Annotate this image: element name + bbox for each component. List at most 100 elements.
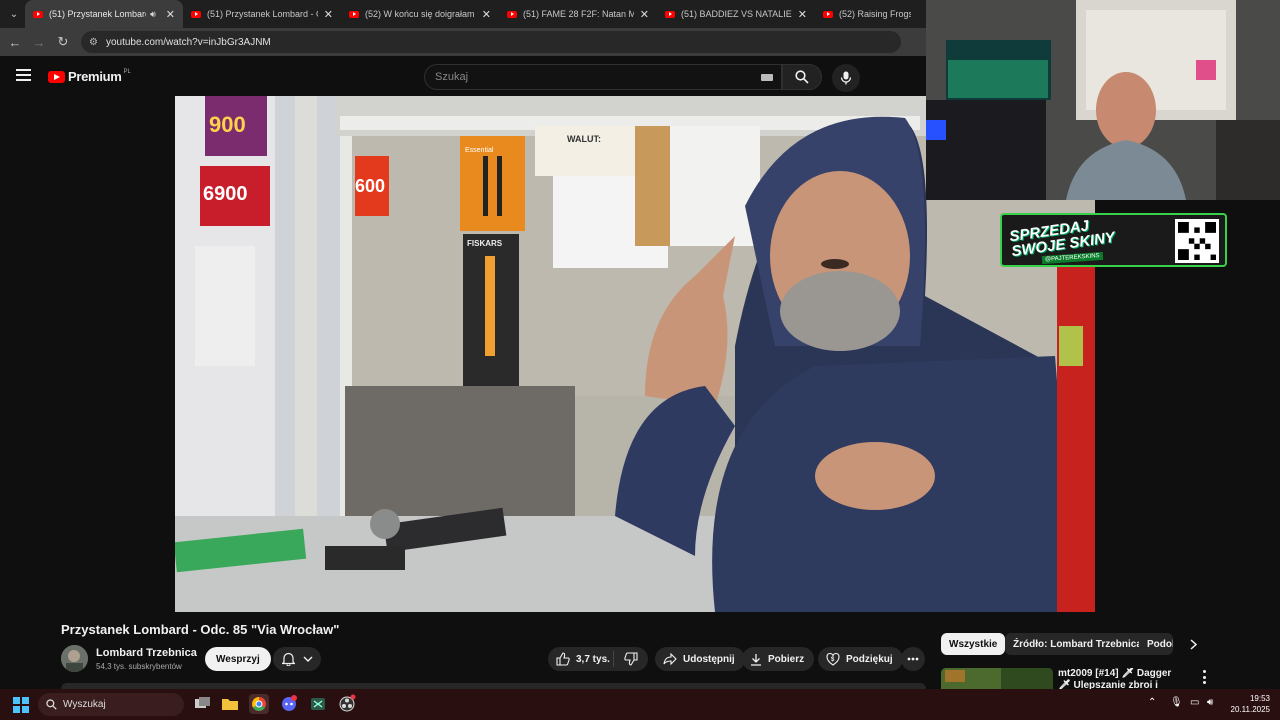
microphone-icon[interactable]: 🎙︎ bbox=[1170, 697, 1183, 708]
chip-similar[interactable]: Podobne bbox=[1139, 633, 1173, 655]
package-text: Essential bbox=[465, 147, 494, 154]
forward-arrow-icon[interactable]: → bbox=[27, 30, 51, 54]
sign-text: WALUT: bbox=[567, 134, 601, 144]
site-info-icon[interactable]: ⚙ bbox=[89, 37, 98, 48]
close-tab-icon[interactable]: ✕ bbox=[640, 8, 649, 21]
search-button[interactable] bbox=[782, 64, 822, 90]
support-button[interactable]: Wesprzyj bbox=[205, 647, 271, 671]
chip-source[interactable]: Źródło: Lombard Trzebnica bbox=[1005, 633, 1150, 655]
voice-search-button[interactable] bbox=[832, 64, 860, 92]
download-label: Pobierz bbox=[768, 653, 805, 665]
download-icon bbox=[751, 653, 761, 666]
back-arrow-icon[interactable]: ← bbox=[3, 30, 27, 54]
share-button[interactable]: Udostępnij bbox=[655, 647, 745, 671]
chip-all[interactable]: Wszystkie bbox=[941, 633, 1006, 655]
volume-icon[interactable]: 🔊︎ bbox=[1207, 697, 1213, 708]
discord-icon[interactable] bbox=[279, 694, 299, 714]
chevron-up-icon[interactable]: ⌃ bbox=[1148, 697, 1156, 708]
task-view-icon[interactable] bbox=[192, 694, 212, 714]
file-explorer-icon[interactable] bbox=[220, 694, 240, 714]
browser-tab-strip: ⌄ (51) Przystanek Lombard - Odc. 85 🔊︎ ✕… bbox=[0, 0, 926, 28]
browser-tab[interactable]: (51) FAME 28 F2F: Natan Marcoń ✕ bbox=[499, 0, 657, 28]
avatar-image bbox=[61, 645, 88, 672]
browser-tab[interactable]: (52) W końcu się doigrałam - wyjaśn ✕ bbox=[341, 0, 499, 28]
speaker-icon[interactable]: 🔊︎ bbox=[150, 9, 156, 20]
youtube-favicon-icon bbox=[665, 10, 675, 18]
banner-text: SPRZEDAJ SWOJE SKINY bbox=[1008, 217, 1116, 261]
like-button[interactable]: 3,7 tys. bbox=[548, 651, 614, 667]
notifications-button[interactable] bbox=[273, 647, 321, 671]
clock-time: 19:53 bbox=[1249, 694, 1270, 703]
dislike-button[interactable] bbox=[614, 652, 648, 666]
poster-price-text: 600 bbox=[355, 176, 385, 196]
youtube-premium-logo[interactable]: Premium PL bbox=[48, 69, 131, 84]
thumbnail-image bbox=[941, 668, 1053, 689]
subscriber-count: 54,3 tys. subskrybentów bbox=[96, 662, 182, 671]
app-icon[interactable] bbox=[308, 694, 328, 714]
more-actions-button[interactable] bbox=[901, 647, 925, 671]
keyboard-icon[interactable] bbox=[761, 74, 773, 81]
youtube-favicon-icon bbox=[507, 10, 517, 18]
close-tab-icon[interactable]: ✕ bbox=[482, 8, 491, 21]
close-tab-icon[interactable]: ✕ bbox=[798, 8, 807, 21]
recommendation-title[interactable]: mt2009 [#14] 🗡 Dagger 🗡 Ulepszanie zbroi… bbox=[1058, 668, 1178, 689]
like-dislike-group: 3,7 tys. bbox=[548, 647, 648, 671]
poster-price-text: 6900 bbox=[203, 183, 248, 205]
reload-icon[interactable]: ↻ bbox=[51, 30, 75, 54]
browser-tab[interactable]: (52) Raising Frogs to Pla bbox=[815, 0, 919, 28]
search-input[interactable]: Szukaj bbox=[424, 64, 782, 90]
thumbs-up-icon bbox=[556, 652, 570, 666]
sponsor-banner: SPRZEDAJ SWOJE SKINY @PAJTEREKSKINS bbox=[1000, 213, 1227, 267]
poster-price-text: 900 bbox=[209, 112, 246, 137]
chips-next-button[interactable] bbox=[1182, 633, 1204, 655]
qr-code-icon bbox=[1178, 222, 1216, 260]
windows-start-icon[interactable] bbox=[13, 697, 29, 713]
like-count: 3,7 tys. bbox=[576, 653, 610, 665]
tab-search-menu-button[interactable]: ⌄ bbox=[3, 3, 25, 25]
streamer-webcam bbox=[926, 0, 1280, 200]
close-tab-icon[interactable]: ✕ bbox=[324, 8, 333, 21]
menu-icon[interactable] bbox=[16, 69, 31, 81]
taskbar-clock[interactable]: 19:53 20.11.2025 bbox=[1226, 693, 1270, 715]
youtube-header: Premium PL Szukaj bbox=[0, 56, 926, 96]
taskbar-search-placeholder: Wyszukaj bbox=[63, 699, 106, 710]
download-button[interactable]: Pobierz bbox=[742, 647, 815, 671]
thanks-label: Podziękuj bbox=[846, 653, 893, 665]
thanks-button[interactable]: $ Podziękuj bbox=[818, 647, 903, 671]
browser-toolbar: ← → ↻ ⚙ youtube.com/watch?v=inJbGr3AJNM bbox=[0, 28, 926, 56]
tab-title: (52) W końcu się doigrałam - wyjaśn bbox=[365, 9, 476, 19]
chrome-icon[interactable] bbox=[249, 694, 269, 714]
browser-tab[interactable]: (51) Przystanek Lombard - Odc. 8 ✕ bbox=[183, 0, 341, 28]
video-title: Przystanek Lombard - Odc. 85 "Via Wrocła… bbox=[61, 622, 340, 637]
network-icon[interactable]: ▭ bbox=[1190, 697, 1199, 708]
channel-name[interactable]: Lombard Trzebnica bbox=[96, 647, 197, 659]
youtube-favicon-icon bbox=[191, 10, 201, 18]
super-thanks-icon: $ bbox=[826, 652, 840, 666]
address-bar[interactable]: ⚙ youtube.com/watch?v=inJbGr3AJNM bbox=[81, 31, 901, 53]
youtube-favicon-icon bbox=[823, 10, 833, 18]
chevron-down-icon bbox=[303, 656, 312, 662]
tab-title: (51) Przystanek Lombard - Odc. 8 bbox=[207, 9, 318, 19]
tab-title: (51) Przystanek Lombard - Odc. 85 bbox=[49, 9, 146, 19]
youtube-favicon-icon bbox=[33, 10, 43, 18]
qr-code bbox=[1175, 219, 1219, 263]
more-horizontal-icon bbox=[907, 657, 919, 661]
channel-avatar[interactable] bbox=[61, 645, 88, 672]
recommendation-menu-icon[interactable] bbox=[1198, 670, 1210, 684]
youtube-play-icon bbox=[48, 70, 65, 83]
close-tab-icon[interactable]: ✕ bbox=[166, 8, 175, 21]
chevron-right-icon bbox=[1189, 638, 1197, 650]
package-text: FISKARS bbox=[467, 239, 503, 248]
taskbar-search-input[interactable]: Wyszukaj bbox=[38, 693, 184, 716]
browser-tab[interactable]: (51) BADDIEZ VS NATALIE WAYNE ✕ bbox=[657, 0, 815, 28]
search-icon bbox=[46, 699, 57, 710]
obs-icon[interactable] bbox=[337, 694, 357, 714]
thumbs-down-icon bbox=[624, 652, 638, 666]
page-background bbox=[0, 96, 175, 612]
bell-icon bbox=[281, 652, 295, 666]
recommendation-thumbnail[interactable] bbox=[941, 668, 1053, 689]
webcam-frame bbox=[926, 0, 1280, 200]
browser-tab[interactable]: (51) Przystanek Lombard - Odc. 85 🔊︎ ✕ bbox=[25, 0, 183, 28]
share-icon bbox=[663, 653, 677, 665]
clock-date: 20.11.2025 bbox=[1230, 705, 1270, 714]
